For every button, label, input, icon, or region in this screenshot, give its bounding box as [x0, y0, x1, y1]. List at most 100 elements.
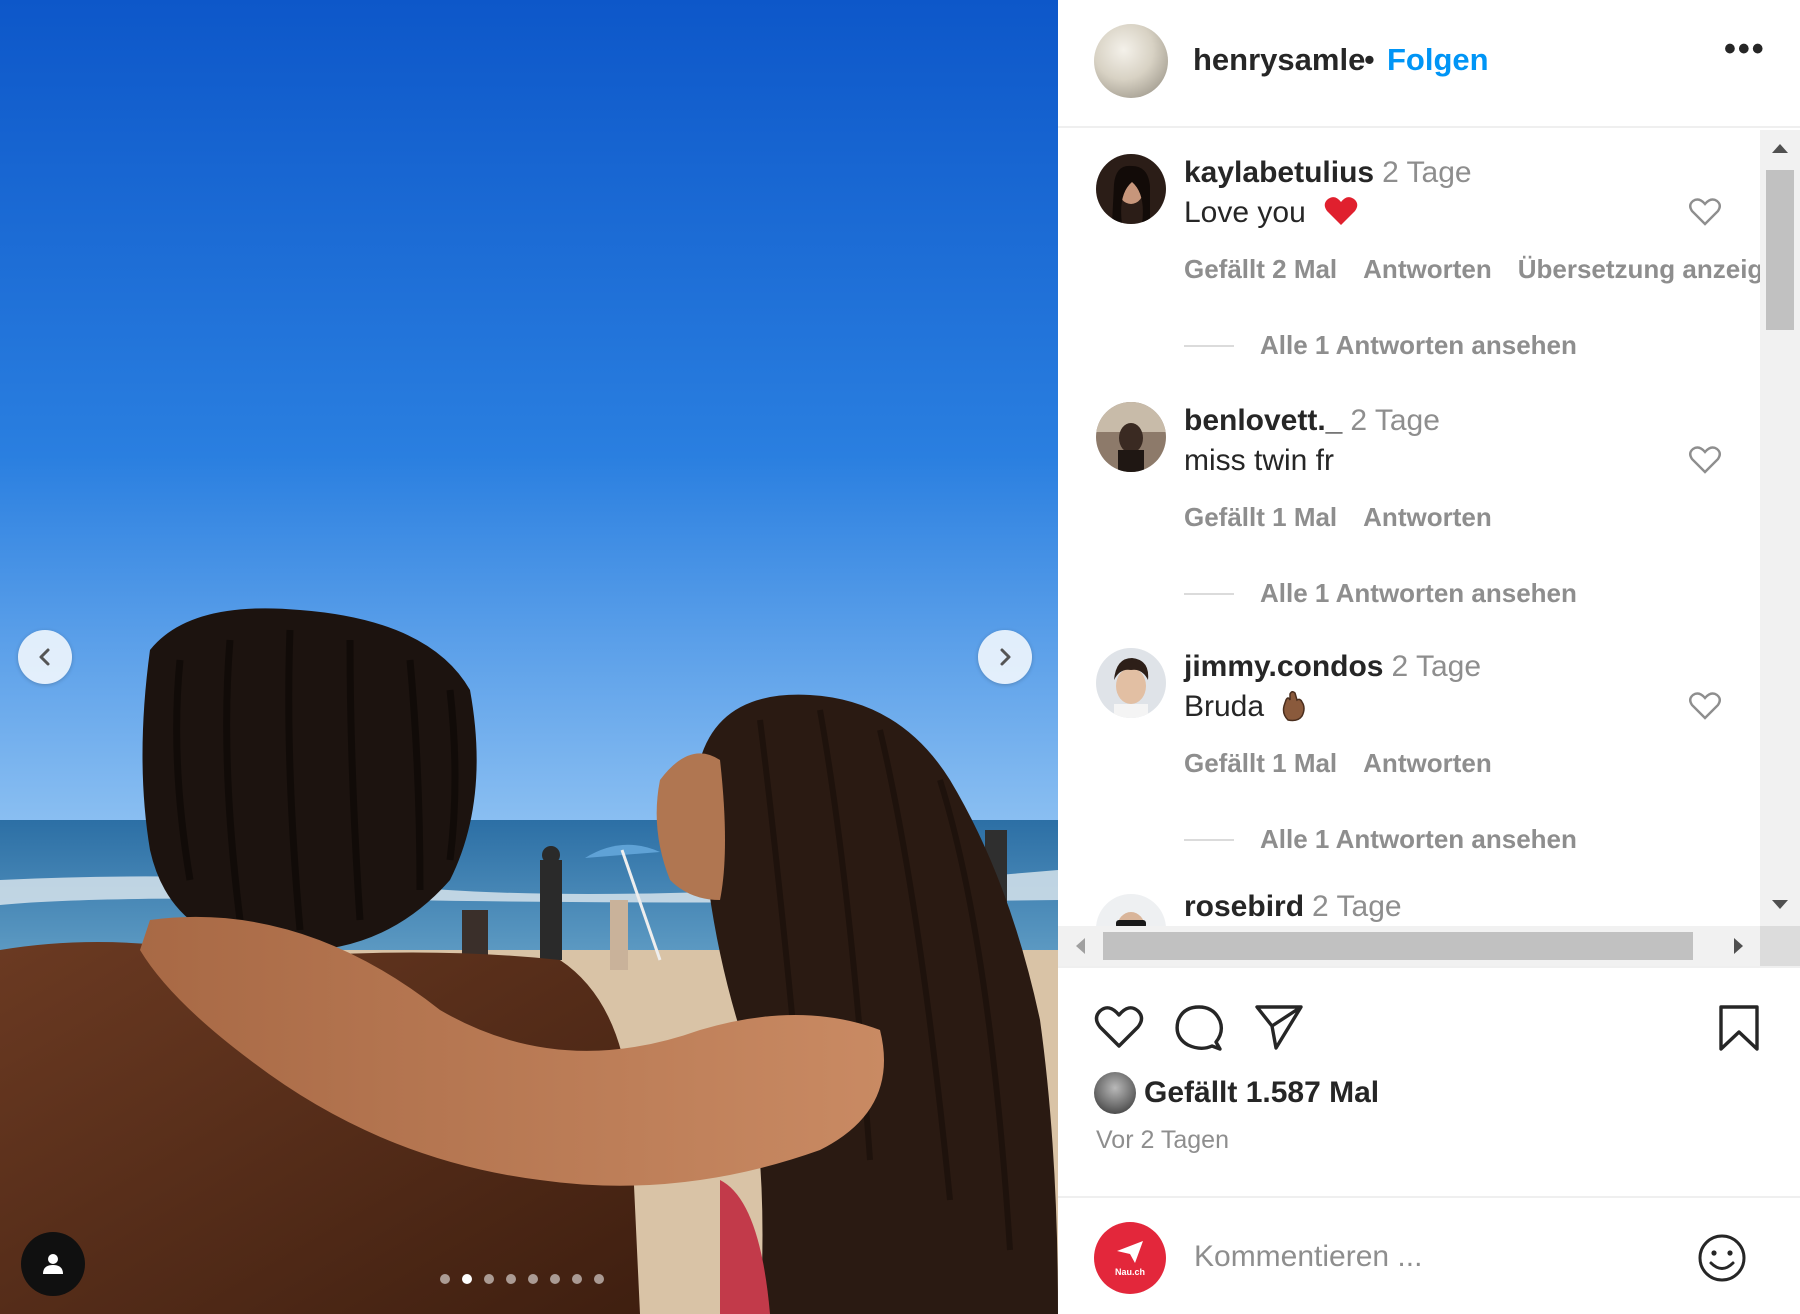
comment-text: Love you — [1184, 196, 1306, 229]
view-replies-label: Alle 1 Antworten ansehen — [1260, 578, 1577, 608]
commenter-avatar[interactable] — [1096, 648, 1166, 718]
heart-outline-icon — [1689, 692, 1721, 720]
comment-button[interactable] — [1174, 1004, 1224, 1057]
paper-plane-icon — [1117, 1241, 1143, 1263]
heart-outline-icon — [1689, 446, 1721, 474]
comments-list: kaylabetulius 2 Tage Love you Gefällt 2 M… — [1058, 130, 1760, 926]
comment-text: Bruda — [1184, 690, 1265, 723]
comment-likes[interactable]: Gefällt 1 Mal — [1184, 502, 1337, 532]
carousel-dot[interactable] — [594, 1274, 604, 1284]
likes-summary[interactable]: Gefällt 1.587 Mal — [1094, 1072, 1379, 1114]
view-replies-button[interactable]: Alle 1 Antworten ansehen — [1184, 578, 1577, 609]
liker-avatar — [1094, 1072, 1136, 1114]
carousel-dot[interactable] — [484, 1274, 494, 1284]
paper-plane-icon — [1255, 1005, 1303, 1050]
share-button[interactable] — [1254, 1004, 1304, 1055]
comment-text-row: Bruda — [1184, 690, 1308, 724]
author-username[interactable]: henrysamle — [1193, 42, 1365, 78]
comment-likes[interactable]: Gefällt 2 Mal — [1184, 254, 1337, 284]
post-header: henrysamle • Folgen ••• — [1058, 0, 1800, 128]
comment-age: 2 Tage — [1391, 650, 1482, 683]
tagged-users-button[interactable] — [21, 1232, 85, 1296]
save-button[interactable] — [1718, 1004, 1760, 1057]
vertical-scroll-thumb[interactable] — [1766, 170, 1794, 330]
carousel-dot[interactable] — [440, 1274, 450, 1284]
likes-count[interactable]: Gefällt 1.587 Mal — [1144, 1076, 1379, 1110]
user-icon — [43, 1254, 63, 1274]
scrollbar-corner — [1760, 926, 1800, 966]
comment-item: kaylabetulius 2 Tage Love you Gefällt 2 M… — [1058, 130, 1760, 376]
heart-outline-icon — [1689, 198, 1721, 226]
like-comment-button[interactable] — [1688, 445, 1722, 480]
horizontal-scroll-thumb[interactable] — [1103, 932, 1693, 960]
current-user-avatar: Nau.ch — [1094, 1222, 1166, 1294]
commenter-username[interactable]: kaylabetulius — [1184, 156, 1374, 189]
carousel-dots — [440, 1274, 604, 1284]
commenter-username[interactable]: benlovett._ — [1184, 404, 1342, 437]
next-photo-button[interactable] — [978, 630, 1032, 684]
scroll-right-arrow-icon[interactable] — [1734, 938, 1743, 954]
smiley-icon — [1698, 1234, 1746, 1282]
carousel-dot[interactable] — [462, 1274, 472, 1284]
reply-button[interactable]: Antworten — [1363, 502, 1492, 532]
post-photo — [0, 0, 1058, 1314]
comment-text-row: Love you — [1184, 196, 1358, 230]
post-timestamp[interactable]: Vor 2 Tagen — [1096, 1126, 1229, 1155]
comment-text: miss twin fr — [1184, 444, 1334, 477]
instagram-post-view: henrysamle • Folgen ••• kaylabetulius 2 T… — [0, 0, 1800, 1314]
commenter-username[interactable]: rosebird — [1184, 890, 1304, 923]
commenter-avatar[interactable] — [1096, 154, 1166, 224]
beach-photo-illustration — [0, 0, 1058, 1314]
chevron-left-icon — [39, 648, 50, 666]
red-heart-emoji-icon — [1324, 197, 1358, 225]
carousel-dot[interactable] — [572, 1274, 582, 1284]
reply-button[interactable]: Antworten — [1363, 254, 1492, 284]
comment-meta: Gefällt 1 Mal Antworten — [1184, 748, 1518, 779]
author-avatar[interactable] — [1094, 24, 1168, 98]
comment-bubble-icon — [1175, 1005, 1224, 1051]
crossed-fingers-emoji-icon — [1283, 690, 1306, 722]
carousel-dot[interactable] — [528, 1274, 538, 1284]
like-button[interactable] — [1094, 1004, 1144, 1055]
view-replies-button[interactable]: Alle 1 Antworten ansehen — [1184, 330, 1577, 361]
comment-header: kaylabetulius 2 Tage — [1184, 156, 1472, 190]
comment-age: 2 Tage — [1350, 404, 1440, 437]
comment-text-row: miss twin fr — [1184, 444, 1334, 478]
like-comment-button[interactable] — [1688, 197, 1722, 232]
comments-vertical-scrollbar[interactable] — [1760, 130, 1800, 926]
follow-button[interactable]: Folgen — [1387, 42, 1489, 78]
more-options-button[interactable]: ••• — [1724, 30, 1766, 69]
comments-horizontal-scrollbar[interactable] — [1058, 926, 1760, 966]
scroll-down-arrow-icon[interactable] — [1772, 900, 1788, 909]
comment-input[interactable] — [1194, 1234, 1664, 1280]
comment-meta: Gefällt 1 Mal Antworten — [1184, 502, 1518, 533]
commenter-avatar[interactable] — [1096, 894, 1166, 926]
view-replies-label: Alle 1 Antworten ansehen — [1260, 330, 1577, 360]
reply-button[interactable]: Antworten — [1363, 748, 1492, 778]
comment-likes[interactable]: Gefällt 1 Mal — [1184, 748, 1337, 778]
show-translation-button[interactable]: Übersetzung anzeig — [1518, 254, 1760, 284]
comment-item: rosebird 2 Tage — [1058, 870, 1760, 926]
carousel-dot[interactable] — [550, 1274, 560, 1284]
comment-meta: Gefällt 2 Mal Antworten Übersetzung anzeig — [1184, 254, 1760, 285]
previous-photo-button[interactable] — [18, 630, 72, 684]
view-replies-button[interactable]: Alle 1 Antworten ansehen — [1184, 824, 1577, 855]
like-comment-button[interactable] — [1688, 691, 1722, 726]
post-side-panel: henrysamle • Folgen ••• kaylabetulius 2 T… — [1058, 0, 1800, 1314]
commenter-username[interactable]: jimmy.condos — [1184, 650, 1383, 683]
commenter-avatar[interactable] — [1096, 402, 1166, 472]
view-replies-label: Alle 1 Antworten ansehen — [1260, 824, 1577, 854]
comment-age: 2 Tage — [1312, 890, 1402, 923]
comment-header: jimmy.condos 2 Tage — [1184, 650, 1481, 684]
scroll-left-arrow-icon[interactable] — [1076, 938, 1085, 954]
badge-label: Nau.ch — [1114, 1267, 1145, 1277]
comment-age: 2 Tage — [1382, 156, 1472, 189]
scroll-up-arrow-icon[interactable] — [1772, 144, 1788, 153]
comment-item: benlovett._ 2 Tage miss twin fr Gefällt 1… — [1058, 378, 1760, 624]
emoji-button[interactable] — [1696, 1232, 1748, 1289]
comment-header: benlovett._ 2 Tage — [1184, 404, 1440, 438]
comment-composer: Nau.ch — [1058, 1196, 1800, 1314]
chevron-right-icon — [1000, 648, 1011, 666]
carousel-dot[interactable] — [506, 1274, 516, 1284]
post-actions: Gefällt 1.587 Mal Vor 2 Tagen — [1058, 966, 1800, 1196]
